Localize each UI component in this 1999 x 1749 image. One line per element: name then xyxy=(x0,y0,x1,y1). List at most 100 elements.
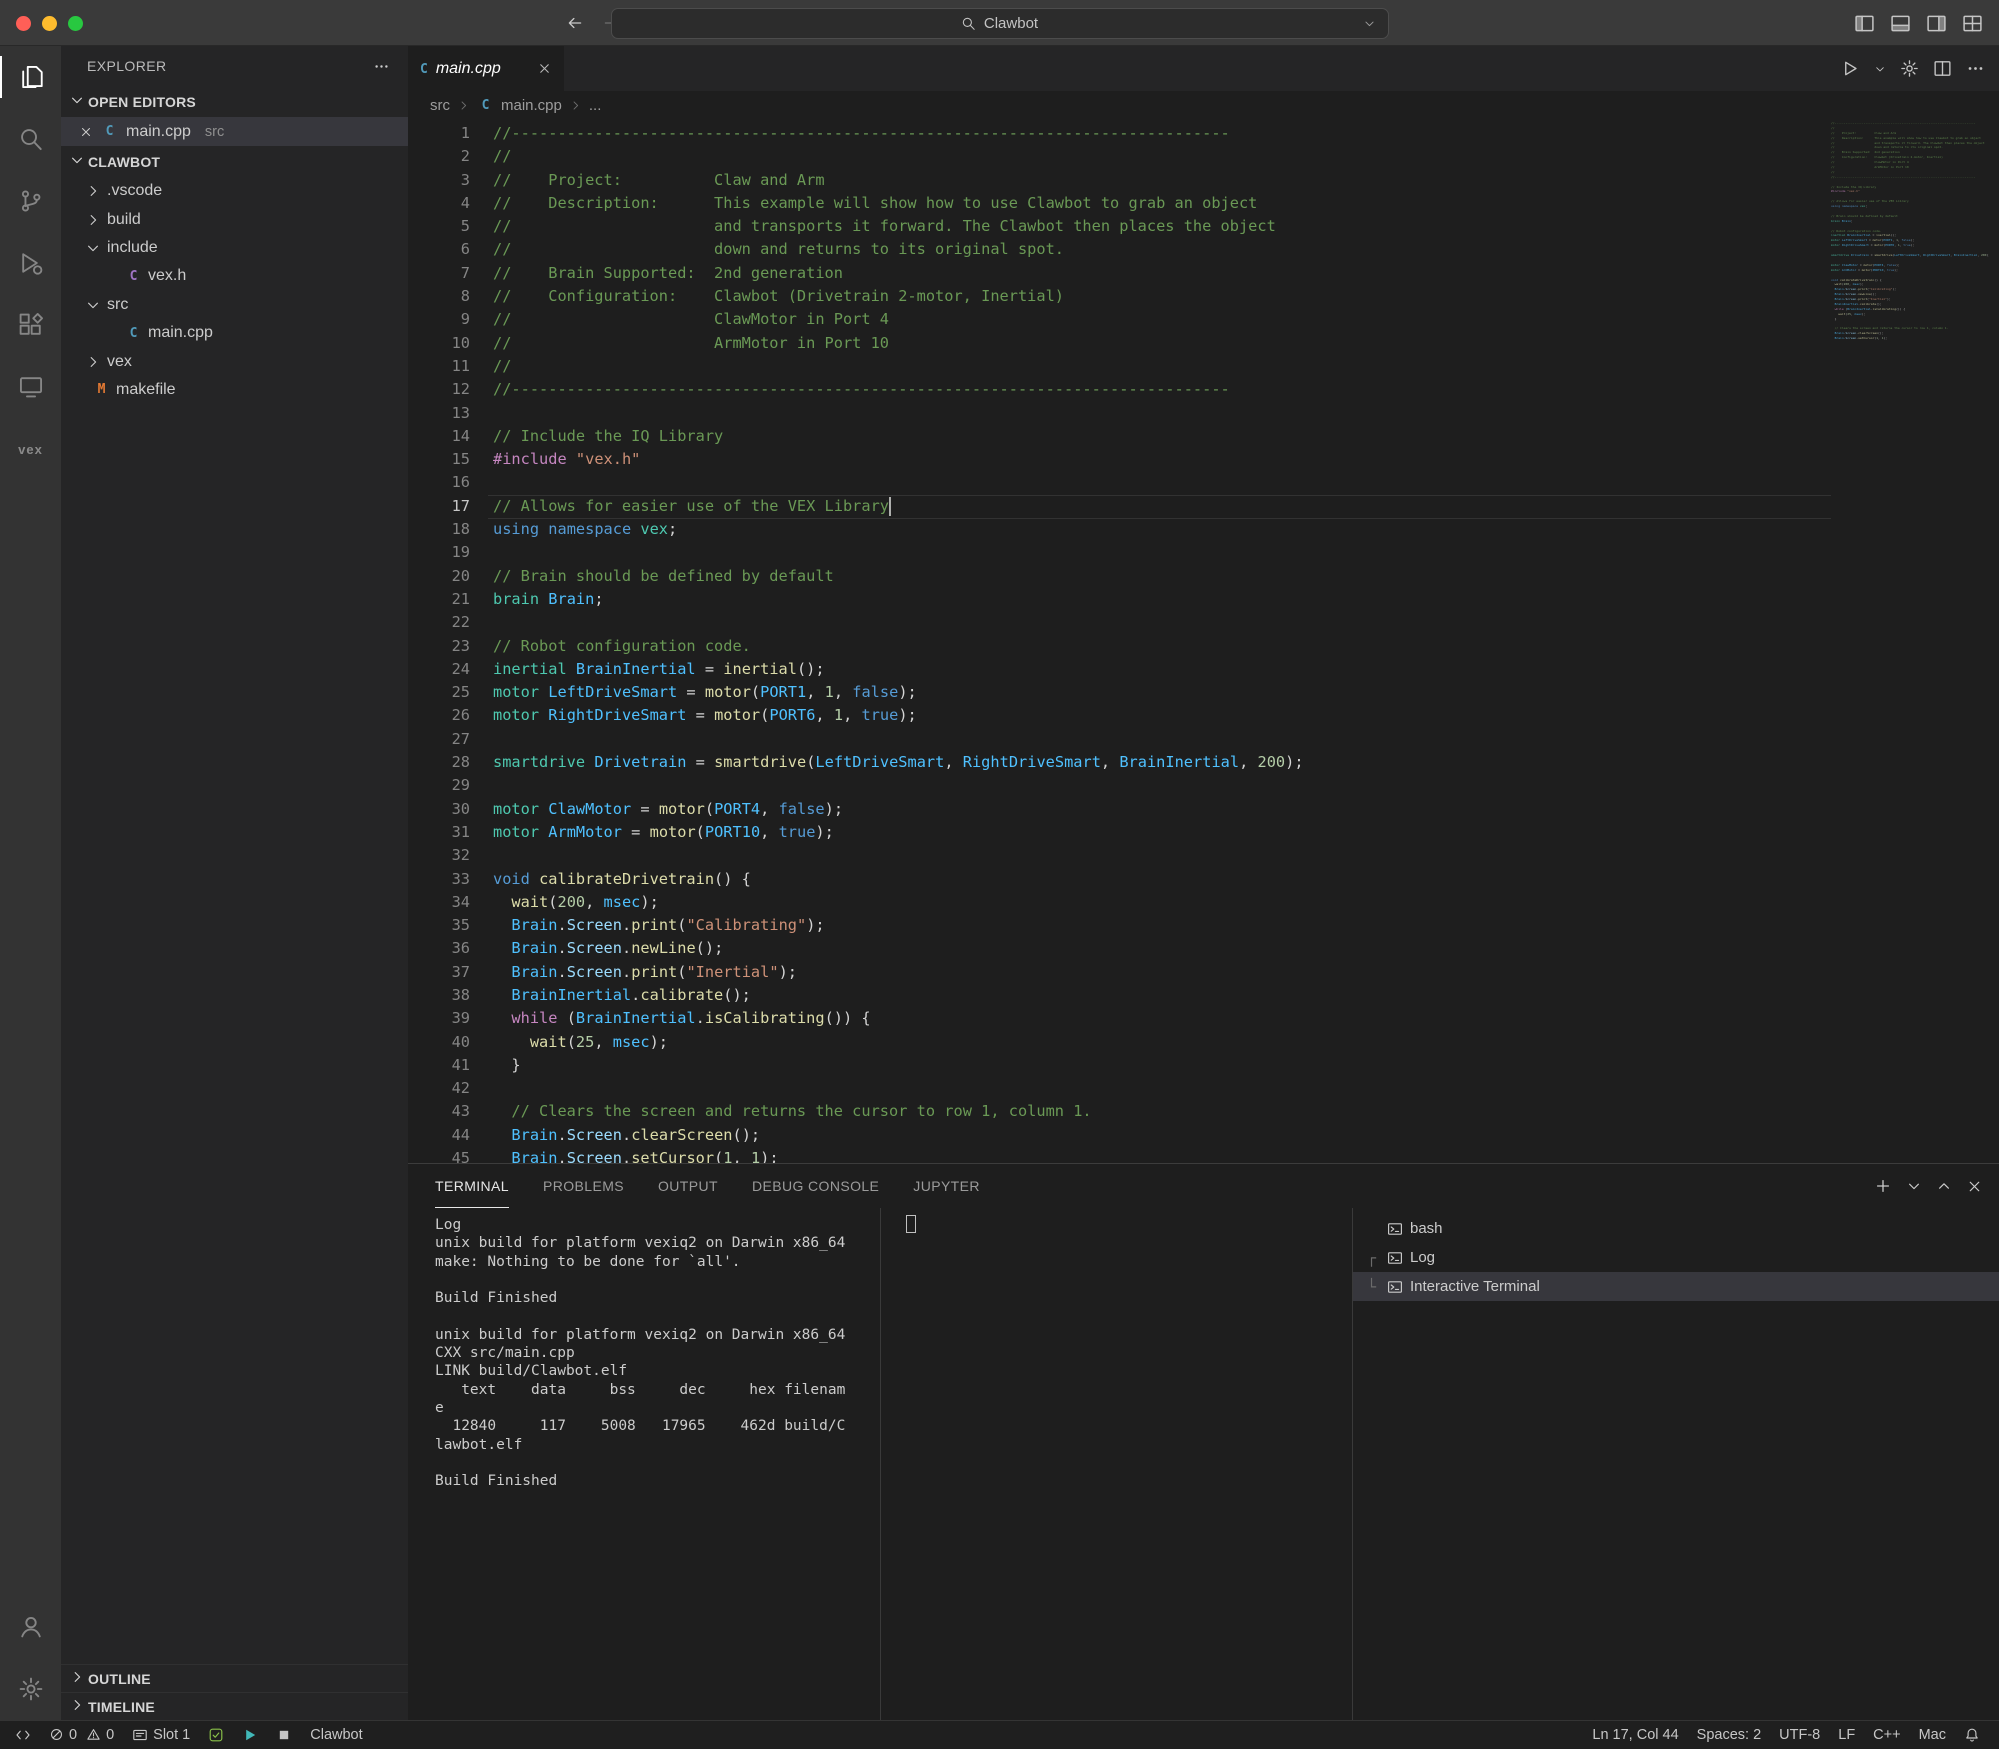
code-line[interactable]: 26motor RightDriveSmart = motor(PORT6, 1… xyxy=(408,704,1823,727)
section-open-editors[interactable]: OPEN EDITORS xyxy=(61,86,408,117)
line-number[interactable]: 22 xyxy=(408,611,470,634)
section-project[interactable]: CLAWBOT xyxy=(61,146,408,177)
line-number[interactable]: 18 xyxy=(408,518,470,541)
code-line[interactable]: 42 xyxy=(408,1077,1823,1100)
code-line[interactable]: 25motor LeftDriveSmart = motor(PORT1, 1,… xyxy=(408,681,1823,704)
line-number[interactable]: 30 xyxy=(408,798,470,821)
code-line[interactable]: 45 Brain.Screen.setCursor(1, 1); xyxy=(408,1147,1823,1163)
chevron-up-icon[interactable] xyxy=(1936,1178,1952,1194)
tree-item-build[interactable]: build xyxy=(61,205,408,233)
run-button[interactable] xyxy=(233,1721,267,1749)
code-line[interactable]: 2// xyxy=(408,145,1823,168)
more-actions-icon[interactable] xyxy=(373,58,390,75)
breadcrumb-item[interactable]: ... xyxy=(589,97,602,114)
close-icon[interactable] xyxy=(1966,1178,1983,1195)
code-line[interactable]: 20// Brain should be defined by default xyxy=(408,565,1823,588)
line-number[interactable]: 17 xyxy=(408,495,470,518)
code-line[interactable]: 14// Include the IQ Library xyxy=(408,425,1823,448)
line-number[interactable]: 11 xyxy=(408,355,470,378)
code-line[interactable]: 35 Brain.Screen.print("Calibrating"); xyxy=(408,914,1823,937)
activity-item-account[interactable] xyxy=(0,1596,61,1658)
line-number[interactable]: 38 xyxy=(408,984,470,1007)
chevron-down-icon[interactable] xyxy=(1874,63,1886,75)
section-timeline[interactable]: TIMELINE xyxy=(61,1692,408,1720)
code-line[interactable]: 24inertial BrainInertial = inertial(); xyxy=(408,658,1823,681)
code-line[interactable]: 22 xyxy=(408,611,1823,634)
code-line[interactable]: 32 xyxy=(408,844,1823,867)
device-status[interactable] xyxy=(199,1721,233,1749)
line-number[interactable]: 42 xyxy=(408,1077,470,1100)
code-line[interactable]: 18using namespace vex; xyxy=(408,518,1823,541)
code-line[interactable]: 9// ClawMotor in Port 4 xyxy=(408,308,1823,331)
layout-sidebar-icon[interactable] xyxy=(1854,13,1875,34)
code-line[interactable]: 4// Description: This example will show … xyxy=(408,192,1823,215)
code-line[interactable]: 36 Brain.Screen.newLine(); xyxy=(408,937,1823,960)
activity-item-search[interactable] xyxy=(0,108,61,170)
line-number[interactable]: 13 xyxy=(408,402,470,425)
code-line[interactable]: 17// Allows for easier use of the VEX Li… xyxy=(408,495,1823,518)
code-line[interactable]: 34 wait(200, msec); xyxy=(408,891,1823,914)
indentation[interactable]: Spaces: 2 xyxy=(1688,1721,1771,1749)
code-content[interactable]: 1//-------------------------------------… xyxy=(408,122,1823,1163)
tree-item-vscode[interactable]: .vscode xyxy=(61,177,408,205)
line-number[interactable]: 40 xyxy=(408,1031,470,1054)
problems[interactable]: 00 xyxy=(40,1721,123,1749)
code-line[interactable]: 28smartdrive Drivetrain = smartdrive(Lef… xyxy=(408,751,1823,774)
layout-panel-icon[interactable] xyxy=(1890,13,1911,34)
line-number[interactable]: 15 xyxy=(408,448,470,471)
activity-item-run-debug[interactable] xyxy=(0,232,61,294)
tree-item-main-cpp[interactable]: Cmain.cpp xyxy=(61,319,408,347)
ellipsis-icon[interactable] xyxy=(1966,59,1985,78)
chevron-down-icon[interactable] xyxy=(1906,1178,1922,1194)
tree-item-vex[interactable]: vex xyxy=(61,347,408,375)
line-number[interactable]: 39 xyxy=(408,1007,470,1030)
code-line[interactable]: 40 wait(25, msec); xyxy=(408,1031,1823,1054)
code-line[interactable]: 10// ArmMotor in Port 10 xyxy=(408,332,1823,355)
line-number[interactable]: 36 xyxy=(408,937,470,960)
code-line[interactable]: 33void calibrateDrivetrain() { xyxy=(408,868,1823,891)
line-number[interactable]: 28 xyxy=(408,751,470,774)
project-name[interactable]: Clawbot xyxy=(301,1721,371,1749)
line-number[interactable]: 20 xyxy=(408,565,470,588)
line-number[interactable]: 4 xyxy=(408,192,470,215)
line-number[interactable]: 12 xyxy=(408,378,470,401)
activity-item-vex[interactable]: vex xyxy=(0,418,61,480)
zoom-window-button[interactable] xyxy=(68,16,83,31)
code-line[interactable]: 1//-------------------------------------… xyxy=(408,122,1823,145)
close-window-button[interactable] xyxy=(16,16,31,31)
line-number[interactable]: 45 xyxy=(408,1147,470,1163)
code-line[interactable]: 31motor ArmMotor = motor(PORT10, true); xyxy=(408,821,1823,844)
activity-item-source-control[interactable] xyxy=(0,170,61,232)
code-line[interactable]: 5// and transports it forward. The Clawb… xyxy=(408,215,1823,238)
code-line[interactable]: 21brain Brain; xyxy=(408,588,1823,611)
line-number[interactable]: 7 xyxy=(408,262,470,285)
code-line[interactable]: 16 xyxy=(408,471,1823,494)
encoding[interactable]: UTF-8 xyxy=(1770,1721,1829,1749)
terminal-list-item-interactive-terminal[interactable]: └Interactive Terminal xyxy=(1353,1272,1999,1301)
breadcrumb-item[interactable]: src xyxy=(430,97,450,114)
code-line[interactable]: 19 xyxy=(408,541,1823,564)
code-line[interactable]: 8// Configuration: Clawbot (Drivetrain 2… xyxy=(408,285,1823,308)
line-number[interactable]: 33 xyxy=(408,868,470,891)
code-line[interactable]: 7// Brain Supported: 2nd generation xyxy=(408,262,1823,285)
code-line[interactable]: 39 while (BrainInertial.isCalibrating())… xyxy=(408,1007,1823,1030)
settings-gear-icon[interactable] xyxy=(1900,59,1919,78)
line-number[interactable]: 9 xyxy=(408,308,470,331)
line-number[interactable]: 16 xyxy=(408,471,470,494)
minimap[interactable]: //--------------------------------------… xyxy=(1831,121,1989,341)
panel-tab-debug-console[interactable]: DEBUG CONSOLE xyxy=(752,1164,879,1208)
line-number[interactable]: 29 xyxy=(408,774,470,797)
line-number[interactable]: 10 xyxy=(408,332,470,355)
tree-item-makefile[interactable]: Mmakefile xyxy=(61,376,408,404)
panel-tab-problems[interactable]: PROBLEMS xyxy=(543,1164,624,1208)
line-number[interactable]: 21 xyxy=(408,588,470,611)
open-editor-item[interactable]: Cmain.cppsrc xyxy=(61,117,408,146)
eol[interactable]: LF xyxy=(1829,1721,1864,1749)
stop-button[interactable] xyxy=(267,1721,301,1749)
code-line[interactable]: 11// xyxy=(408,355,1823,378)
tree-item-include[interactable]: include xyxy=(61,234,408,262)
line-number[interactable]: 27 xyxy=(408,728,470,751)
close-icon[interactable] xyxy=(79,125,93,139)
activity-item-settings-gear[interactable] xyxy=(0,1658,61,1720)
line-number[interactable]: 8 xyxy=(408,285,470,308)
